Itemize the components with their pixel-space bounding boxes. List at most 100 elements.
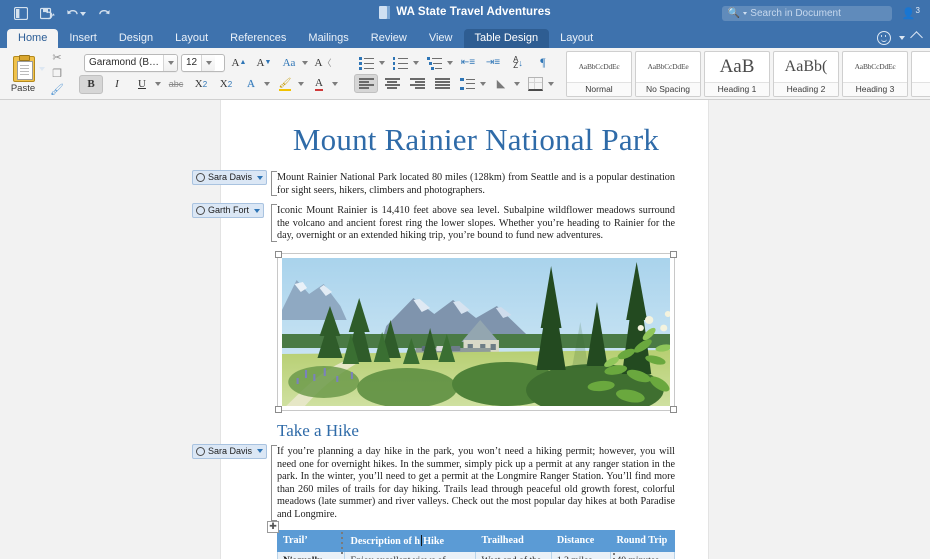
comment-tag-garth-fort[interactable]: Garth Fort [192,203,264,218]
font-size-combo[interactable]: 12 [181,54,225,72]
highlight-button[interactable]: 🖌 [274,76,296,93]
style-normal[interactable]: AaBbCcDdEє Normal [566,51,632,97]
sort-icon[interactable]: AZ↓ [507,54,529,71]
clear-formatting-button[interactable]: A〈 [312,54,334,71]
tab-table-layout[interactable]: Layout [549,29,604,48]
style-heading-1[interactable]: AaB Heading 1 [704,51,770,97]
redo-icon[interactable] [96,5,113,22]
table-header-trail[interactable]: Trail’ [278,530,345,551]
feedback-dropdown-caret-icon[interactable] [899,36,905,40]
cut-icon[interactable]: ✂ [49,51,65,65]
tab-insert[interactable]: Insert [58,29,108,48]
search-dropdown-caret-icon[interactable] [743,12,747,15]
tab-review[interactable]: Review [360,29,418,48]
document-workspace[interactable]: Mount Rainier National Park Sara Davis M… [0,100,930,559]
paragraph-2[interactable]: Garth Fort Iconic Mount Rainier is 14,41… [277,205,675,243]
underline-dropdown-caret-icon[interactable] [153,76,162,93]
show-formatting-marks-icon[interactable]: ¶ [532,54,554,71]
comment-dropdown-caret-icon[interactable] [254,209,260,213]
paragraph-3[interactable]: Sara Davis If you’re planning a day hike… [277,446,675,522]
image-handle-top-right[interactable] [670,251,677,258]
paste-dropdown-caret-icon[interactable] [39,67,45,71]
table-header-round-trip[interactable]: Round Trip [611,530,675,551]
mount-rainier-photo[interactable] [282,258,670,406]
align-center-icon[interactable] [381,75,403,92]
comment-tag-sara-davis-2[interactable]: Sara Davis [192,444,267,459]
shrink-font-button[interactable]: A▼ [253,54,275,71]
bold-button[interactable]: B [79,75,103,94]
table-wrapper[interactable]: ✚ Trail’ Description of hHike Trailhead … [277,530,675,559]
table-move-handle[interactable]: ✚ [267,521,279,533]
line-spacing-icon[interactable] [456,75,478,92]
borders-icon[interactable] [524,75,546,92]
image-handle-bottom-left[interactable] [275,406,282,413]
paragraph-group: ⇤≡ ⇥≡ AZ↓ ¶ ◣ [348,48,560,99]
shading-icon[interactable]: ◣ [490,75,512,92]
line-spacing-dropdown-caret-icon[interactable] [478,75,487,92]
paragraph-1[interactable]: Sara Davis Mount Rainier National Park l… [277,172,675,197]
underline-button[interactable]: U [131,76,153,93]
tab-home[interactable]: Home [7,29,58,48]
undo-dropdown-caret-icon[interactable] [80,12,86,16]
tab-references[interactable]: References [219,29,297,48]
subscript-button[interactable]: X2 [190,76,212,93]
superscript-button[interactable]: X2 [215,76,237,93]
paste-button[interactable]: Paste [10,54,36,94]
table-header-distance[interactable]: Distance [551,530,611,551]
change-case-dropdown-caret-icon[interactable] [300,54,309,71]
image-handle-top-left[interactable] [275,251,282,258]
font-color-button[interactable]: A [308,76,330,93]
image-frame[interactable] [277,253,675,411]
table-header-trailhead[interactable]: Trailhead [476,530,551,551]
text-effects-button[interactable]: A [240,76,262,93]
collaborators-indicator[interactable]: 👤3 [902,7,920,20]
trails-table[interactable]: Trail’ Description of hHike Trailhead Di… [277,530,675,559]
multilevel-list-icon[interactable] [423,54,445,71]
strikethrough-button[interactable]: abc [165,76,187,93]
text-effects-dropdown-caret-icon[interactable] [262,76,271,93]
justify-icon[interactable] [431,75,453,92]
tab-layout[interactable]: Layout [164,29,219,48]
undo-icon[interactable] [66,5,86,22]
table-header-description[interactable]: Description of hHike [345,530,476,551]
tab-table-design[interactable]: Table Design [464,29,550,48]
borders-dropdown-caret-icon[interactable] [546,75,555,92]
image-handle-bottom-right[interactable] [670,406,677,413]
grow-font-button[interactable]: A▲ [228,54,250,71]
decrease-indent-icon[interactable]: ⇤≡ [457,54,479,71]
highlight-dropdown-caret-icon[interactable] [296,76,305,93]
style-heading-3[interactable]: AaBbCcDdEє Heading 3 [842,51,908,97]
tab-design[interactable]: Design [108,29,164,48]
smiley-feedback-icon[interactable] [877,31,891,45]
bullet-list-icon[interactable] [355,54,377,71]
save-sync-icon[interactable] [39,5,56,22]
font-family-dropdown-caret-icon[interactable] [163,55,177,71]
change-case-button[interactable]: Aa [278,54,300,71]
document-page[interactable]: Mount Rainier National Park Sara Davis M… [221,100,708,559]
bullet-list-dropdown-caret-icon[interactable] [377,54,386,71]
copy-icon[interactable]: ❐ [49,67,65,81]
font-family-combo[interactable]: Garamond (B… [84,54,178,72]
style-no-spacing[interactable]: AaBbCcDdEe No Spacing [635,51,701,97]
align-right-icon[interactable] [406,75,428,92]
numbered-list-dropdown-caret-icon[interactable] [411,54,420,71]
tab-view[interactable]: View [418,29,464,48]
tab-mailings[interactable]: Mailings [297,29,359,48]
sidebar-toggle-icon[interactable] [12,5,29,22]
comment-tag-sara-davis-1[interactable]: Sara Davis [192,170,267,185]
increase-indent-icon[interactable]: ⇥≡ [482,54,504,71]
collapse-ribbon-icon[interactable] [910,31,923,44]
format-painter-icon[interactable]: 🖌 [49,83,65,97]
numbered-list-icon[interactable] [389,54,411,71]
style-heading-2[interactable]: AaBb( Heading 2 [773,51,839,97]
shading-dropdown-caret-icon[interactable] [512,75,521,92]
multilevel-list-dropdown-caret-icon[interactable] [445,54,454,71]
style-title[interactable]: Aa Title [911,51,930,97]
comment-dropdown-caret-icon[interactable] [257,449,263,453]
font-size-dropdown-caret-icon[interactable] [201,55,215,71]
align-left-icon[interactable] [354,74,378,93]
font-color-dropdown-caret-icon[interactable] [330,76,339,93]
comment-dropdown-caret-icon[interactable] [257,176,263,180]
italic-button[interactable]: I [106,76,128,93]
search-input[interactable]: 🔍 Search in Document [722,6,892,21]
